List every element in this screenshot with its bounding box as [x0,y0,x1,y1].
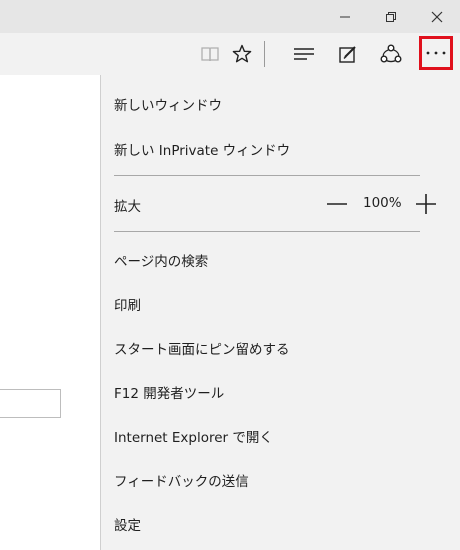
menu-item-f12-developer-tools[interactable]: F12 開発者ツール [114,382,224,402]
zoom-out-button[interactable] [326,195,348,213]
minimize-icon [340,16,350,17]
zoom-value: 100% [363,195,402,211]
share-icon [380,44,402,63]
restore-button[interactable] [368,0,414,33]
close-icon [431,11,443,22]
share-button[interactable] [373,33,409,75]
hub-icon [294,48,314,60]
browser-toolbar [0,33,460,75]
menu-divider [114,231,420,232]
menu-item-find-on-page[interactable]: ページ内の検索 [114,250,208,270]
web-note-button[interactable] [330,33,366,75]
menu-item-open-with-ie[interactable]: Internet Explorer で開く [114,426,273,446]
reading-view-button[interactable] [192,33,228,75]
zoom-in-button[interactable] [415,193,437,215]
menu-item-pin-to-start[interactable]: スタート画面にピン留めする [114,338,290,358]
favorite-button[interactable] [224,33,260,75]
title-bar [0,0,460,33]
page-text-input[interactable] [0,389,61,418]
menu-item-zoom-label: 拡大 [114,199,141,215]
menu-item-send-feedback[interactable]: フィードバックの送信 [114,470,249,490]
menu-item-settings[interactable]: 設定 [114,514,141,534]
web-note-icon [339,46,356,63]
hub-button[interactable] [286,33,322,75]
reading-view-icon [201,47,219,62]
more-actions-button[interactable] [419,36,453,70]
more-actions-menu: 新しいウィンドウ 新しい InPrivate ウィンドウ 拡大 100% ページ… [100,75,460,550]
toolbar-divider [264,41,265,67]
more-actions-icon [426,51,446,55]
menu-item-new-inprivate-window[interactable]: 新しい InPrivate ウィンドウ [114,139,290,159]
menu-item-new-window[interactable]: 新しいウィンドウ [114,94,222,114]
favorite-star-icon [232,44,252,63]
minimize-button[interactable] [322,0,368,33]
menu-divider [114,175,420,176]
close-button[interactable] [414,0,460,33]
menu-item-print[interactable]: 印刷 [114,294,141,314]
restore-icon [386,11,396,22]
